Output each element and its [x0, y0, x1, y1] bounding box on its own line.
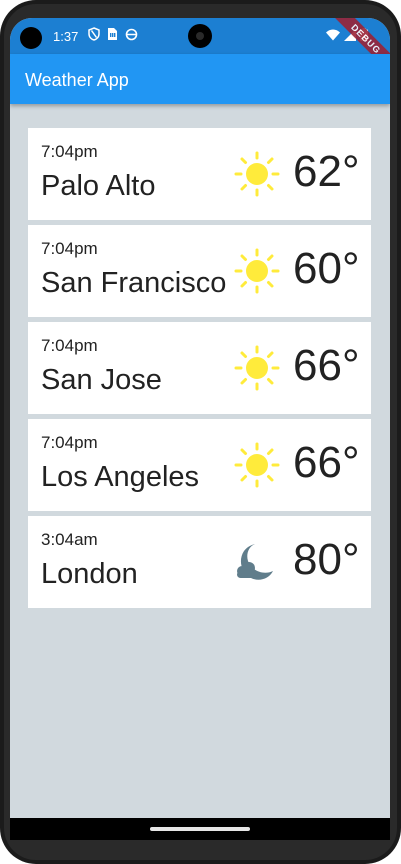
status-bar: 1:37 DEBUG — [10, 18, 390, 80]
weather-list: 7:04pm Palo Alto 62° 7:04pm San Francisc… — [28, 128, 371, 613]
city-name: San Francisco — [41, 267, 227, 299]
sun-icon — [234, 151, 280, 197]
local-time: 7:04pm — [41, 336, 98, 355]
local-time: 3:04am — [41, 530, 98, 549]
app-bar: Weather App — [10, 54, 390, 104]
moon-cloud-icon — [237, 544, 273, 580]
sun-icon — [234, 442, 280, 488]
temperature: 62° — [293, 147, 360, 196]
status-icons-left — [88, 27, 138, 41]
temperature: 80° — [293, 535, 360, 584]
sun-icon — [234, 248, 280, 294]
local-time: 7:04pm — [41, 142, 98, 161]
city-name: Palo Alto — [41, 170, 156, 202]
city-name: San Jose — [41, 364, 162, 396]
front-camera-center — [188, 24, 212, 48]
local-time: 7:04pm — [41, 433, 98, 452]
weather-card-los-angeles[interactable]: 7:04pm Los Angeles 66° — [28, 419, 371, 511]
sim-card-icon — [108, 28, 117, 40]
navigation-bar — [10, 818, 390, 840]
local-time: 7:04pm — [41, 239, 98, 258]
temperature: 60° — [293, 244, 360, 293]
temperature: 66° — [293, 341, 360, 390]
phone-frame: 1:37 DEBUG Weather App 7:04pm Palo Alto … — [0, 0, 401, 864]
app-title: Weather App — [25, 70, 129, 90]
front-camera-left — [20, 27, 42, 49]
temperature: 66° — [293, 438, 360, 487]
data-saver-icon — [125, 28, 138, 40]
shield-icon — [88, 27, 100, 41]
status-time: 1:37 — [53, 29, 79, 44]
sun-icon — [234, 345, 280, 391]
wifi-icon — [326, 29, 340, 40]
weather-card-london[interactable]: 3:04am London 80° — [28, 516, 371, 608]
city-name: Los Angeles — [41, 461, 200, 493]
weather-card-palo-alto[interactable]: 7:04pm Palo Alto 62° — [28, 128, 371, 220]
city-name: London — [41, 558, 138, 590]
weather-card-san-jose[interactable]: 7:04pm San Jose 66° — [28, 322, 371, 414]
app-screen: 1:37 DEBUG Weather App 7:04pm Palo Alto … — [10, 18, 390, 840]
weather-card-san-francisco[interactable]: 7:04pm San Francisco 60° — [28, 225, 371, 317]
home-gesture-handle[interactable] — [150, 827, 250, 831]
